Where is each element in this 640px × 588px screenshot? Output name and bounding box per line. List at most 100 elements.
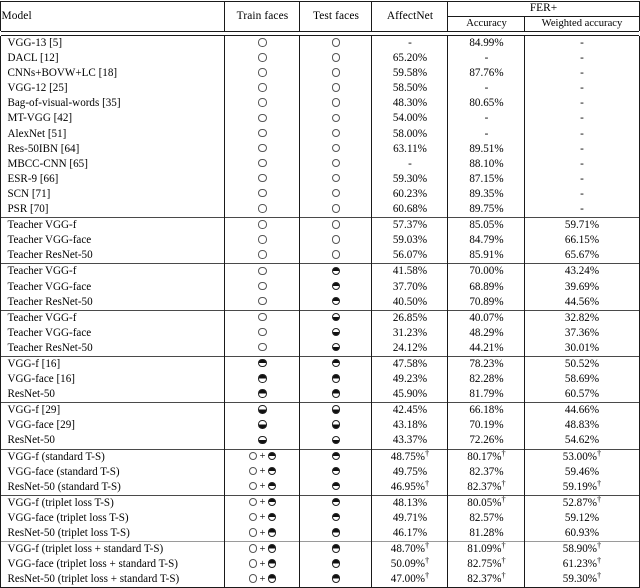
row-affectnet: 60.68% — [371, 202, 448, 218]
row-test-faces — [299, 494, 372, 511]
row-test-faces — [299, 186, 372, 203]
row-ferplus-accuracy: 80.05%† — [447, 494, 525, 511]
open-circle-icon — [258, 53, 267, 62]
table-row: VGG-f (triplet loss + standard T-S) +48.7… — [0, 541, 640, 558]
table-row: Teacher VGG-face 37.70% 68.89% 39.69% — [0, 279, 640, 295]
results-table: Model Train faces Test faces AffectNet F… — [0, 1, 640, 588]
cell-value: 80.05% — [467, 496, 502, 509]
row-model-name: Teacher VGG-f — [0, 309, 225, 326]
open-circle-icon — [258, 204, 267, 213]
dagger-marker: † — [597, 478, 602, 488]
cell-value: 65.20% — [392, 52, 428, 65]
open-circle-icon — [331, 220, 341, 229]
model-label: VGG-13 [5] — [7, 37, 63, 49]
dagger-marker: † — [501, 556, 506, 566]
open-circle-icon — [258, 158, 267, 168]
row-train-faces — [224, 66, 300, 82]
cell-value: 56.07% — [392, 249, 428, 262]
row-affectnet: 24.12% — [371, 340, 448, 357]
row-model-name: VGG-12 [25] — [0, 81, 225, 97]
row-model-name: ESR-9 [66] — [0, 171, 225, 187]
row-ferplus-weighted-accuracy: 61.23%† — [524, 556, 640, 573]
cell-value: - — [580, 187, 584, 200]
model-label: PSR [70] — [7, 203, 49, 216]
plus-sign: + — [259, 466, 266, 478]
row-test-faces — [299, 279, 372, 295]
row-ferplus-weighted-accuracy: 39.69% — [524, 279, 640, 295]
top-half-filled-circle-icon — [331, 451, 341, 461]
bottom-half-filled-circle-icon — [331, 312, 341, 322]
table-row: Teacher ResNet-50 56.07% 85.91% 65.67% — [0, 248, 640, 264]
row-model-name: Teacher VGG-face — [0, 279, 225, 295]
cell-value: 52.87% — [562, 496, 597, 509]
row-model-name: MT-VGG [42] — [0, 111, 225, 127]
cell-value: 26.85% — [392, 311, 428, 324]
cell-value: 78.23% — [469, 357, 504, 370]
plus-sign: + — [259, 543, 266, 555]
model-label: DACL [12] — [7, 52, 59, 65]
cell-value: 81.79% — [469, 388, 504, 401]
row-affectnet: 50.09%† — [371, 556, 448, 573]
cell-value: 85.05% — [469, 219, 504, 232]
column-header-train-faces: Train faces — [224, 1, 300, 31]
top-half-filled-circle-icon — [267, 466, 277, 476]
row-test-faces — [299, 448, 372, 465]
cell-value: 84.99% — [469, 37, 504, 49]
row-model-name: ResNet-50 (standard T-S) — [0, 479, 225, 496]
open-circle-icon — [258, 296, 267, 306]
cell-value: 59.30% — [392, 172, 428, 185]
row-train-faces — [224, 51, 300, 67]
row-model-name: ResNet-50 — [0, 433, 225, 450]
row-train-faces — [224, 372, 300, 388]
table-row: ResNet-50 (triplet loss T-S) +46.17% 81.28… — [0, 526, 640, 542]
row-train-faces: + — [224, 572, 300, 588]
cell-value: 49.75% — [392, 465, 428, 478]
cell-value: 48.29% — [469, 326, 504, 339]
row-affectnet: 65.20% — [371, 51, 448, 67]
cell-value: 66.18% — [469, 404, 504, 417]
table-row: CNNs+BOVW+LC [18] 59.58% 87.76% - — [0, 66, 640, 82]
row-ferplus-weighted-accuracy: 60.57% — [524, 387, 640, 403]
row-ferplus-weighted-accuracy: 59.19%† — [524, 478, 640, 496]
top-half-filled-circle-icon — [267, 513, 277, 522]
dagger-marker: † — [501, 478, 506, 488]
row-train-faces — [224, 355, 300, 373]
bottom-half-filled-circle-icon — [258, 405, 267, 414]
row-model-name: PSR [70] — [0, 202, 225, 218]
row-ferplus-weighted-accuracy: - — [524, 66, 640, 82]
model-label: Teacher VGG-face — [7, 326, 92, 339]
cell-value: 72.26% — [469, 434, 504, 447]
table-row: ResNet-50 45.90% 81.79% 60.57% — [0, 387, 640, 403]
open-circle-icon — [248, 451, 258, 461]
cell-value: 39.69% — [564, 280, 600, 293]
cell-value: 45.90% — [392, 388, 428, 401]
cell-value: 60.23% — [392, 187, 428, 200]
row-affectnet: 49.23% — [371, 372, 448, 388]
bottom-half-filled-circle-icon — [331, 405, 341, 414]
row-train-faces — [224, 186, 300, 203]
row-affectnet: 58.50% — [371, 81, 448, 97]
cell-value: 44.56% — [564, 295, 600, 308]
bottom-half-filled-circle-icon — [331, 327, 341, 337]
row-model-name: Teacher ResNet-50 — [0, 294, 225, 311]
row-affectnet: 57.37% — [371, 217, 448, 234]
dagger-marker: † — [424, 541, 430, 551]
model-label: SCN [71] — [7, 187, 51, 200]
row-ferplus-accuracy: 88.10% — [447, 156, 525, 172]
model-label: VGG-f [16] — [7, 357, 61, 370]
dagger-marker: † — [424, 448, 430, 458]
row-test-faces — [299, 526, 372, 542]
cell-value: 58.69% — [564, 373, 600, 386]
row-ferplus-weighted-accuracy: 48.83% — [524, 418, 640, 434]
row-test-faces — [299, 418, 372, 434]
cell-value: 48.83% — [564, 419, 600, 432]
row-model-name: VGG-f (standard T-S) — [0, 448, 225, 465]
open-circle-icon — [258, 128, 267, 138]
model-label: ESR-9 [66] — [7, 172, 59, 185]
row-ferplus-accuracy: 70.89% — [447, 294, 525, 311]
open-circle-icon — [258, 327, 267, 337]
row-affectnet: 26.85% — [371, 309, 448, 326]
plus-sign: + — [259, 558, 266, 570]
row-train-faces: + — [224, 479, 300, 496]
row-model-name: VGG-face (standard T-S) — [0, 464, 225, 480]
